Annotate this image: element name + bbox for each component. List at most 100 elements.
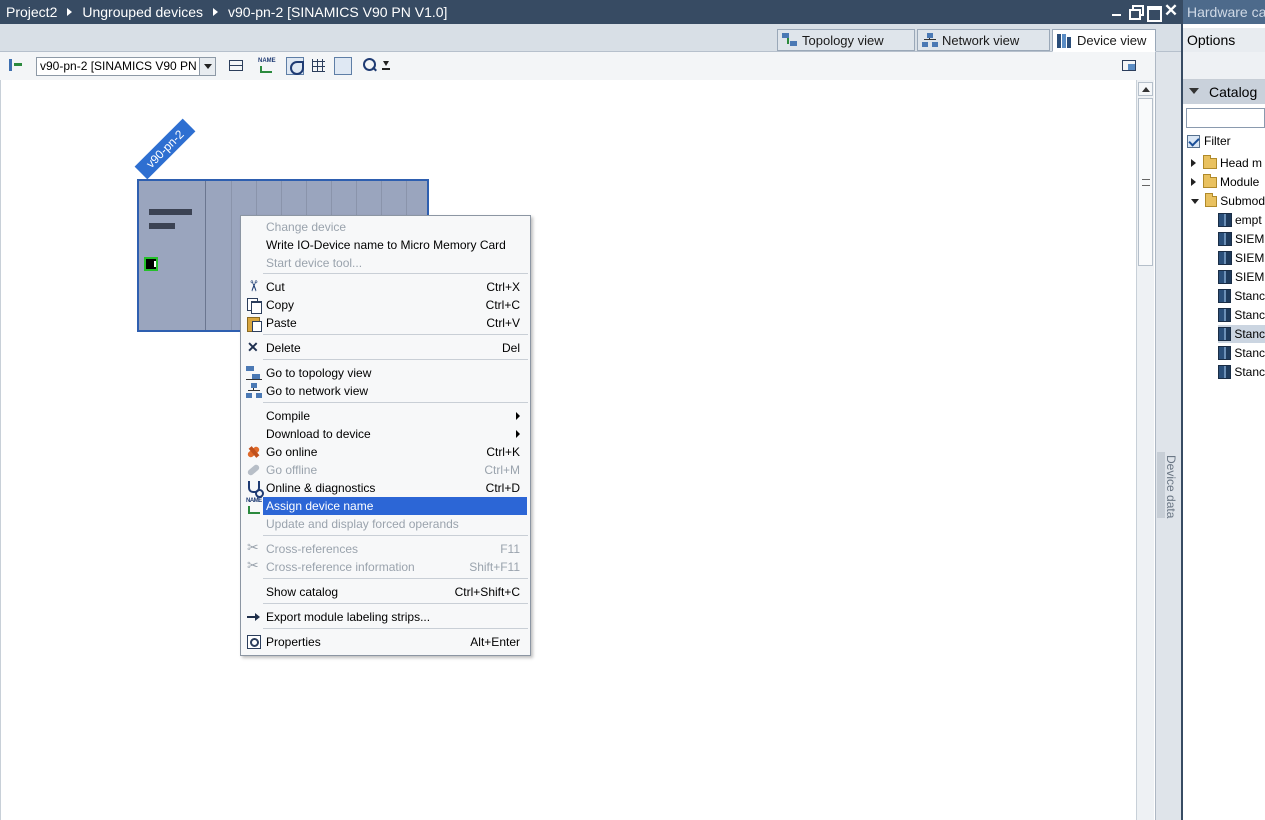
- menu-item-cross-references[interactable]: Cross-references F11: [243, 539, 528, 558]
- menu-item-cut[interactable]: Cut Ctrl+X: [243, 278, 528, 296]
- menu-item-assign-device-name[interactable]: Assign device name: [246, 497, 527, 515]
- menu-item-paste[interactable]: Paste Ctrl+V: [243, 314, 528, 332]
- vertical-scrollbar[interactable]: [1136, 80, 1154, 820]
- head-module[interactable]: [139, 181, 206, 330]
- delete-icon: [246, 339, 262, 356]
- breadcrumb-ungrouped-devices[interactable]: Ungrouped devices: [82, 4, 203, 20]
- menu-item-properties[interactable]: Properties Alt+Enter: [243, 633, 528, 651]
- device-overview-icon[interactable]: [7, 57, 25, 75]
- minimize-icon[interactable]: [1109, 3, 1125, 19]
- menu-item-shortcut: Shift+F11: [469, 560, 520, 574]
- menu-separator: [263, 628, 528, 629]
- menu-item-show-catalog[interactable]: Show catalog Ctrl+Shift+C: [243, 583, 528, 601]
- device-icon: [1057, 33, 1073, 48]
- tab-network-view[interactable]: Network view: [917, 29, 1050, 51]
- catalog-tree-item-label: Stanc: [1234, 327, 1265, 341]
- grid-icon[interactable]: [310, 57, 328, 75]
- tia-portal-window: Project2 Ungrouped devices v90-pn-2 [SIN…: [0, 0, 1265, 820]
- catalog-section-header[interactable]: Catalog: [1183, 80, 1265, 104]
- close-icon[interactable]: ✕: [1163, 2, 1179, 19]
- view-tabs: Topology view Network view Device view: [0, 24, 1181, 52]
- catalog-tree-item[interactable]: Stanc: [1218, 344, 1265, 362]
- breadcrumb-project[interactable]: Project2: [6, 4, 57, 20]
- menu-item-label: Cross-reference information: [266, 560, 415, 574]
- device-canvas[interactable]: v90-pn-2: [0, 80, 1136, 820]
- zoom-icon[interactable]: [362, 57, 380, 75]
- collapse-arrow-icon[interactable]: [1191, 198, 1199, 204]
- menu-item-download-to-device[interactable]: Download to device: [243, 425, 528, 443]
- filter-checkbox[interactable]: [1187, 134, 1200, 148]
- menu-item-online-diagnostics[interactable]: Online & diagnostics Ctrl+D: [243, 479, 528, 498]
- module-marker: [149, 223, 175, 229]
- menu-item-cross-reference-information[interactable]: Cross-reference information Shift+F11: [243, 557, 528, 576]
- menu-item-go-offline[interactable]: Go offline Ctrl+M: [243, 461, 528, 479]
- page-break-icon[interactable]: [334, 57, 352, 75]
- catalog-tree-item[interactable]: Stanc: [1218, 306, 1265, 324]
- device-select-dropdown[interactable]: v90-pn-2 [SINAMICS V90 PN V: [36, 57, 216, 76]
- catalog-tree-item[interactable]: SIEM: [1218, 249, 1265, 267]
- menu-item-compile[interactable]: Compile: [243, 407, 528, 425]
- submenu-arrow-icon: [516, 430, 520, 438]
- device-data-side-tab[interactable]: [1155, 52, 1181, 820]
- menu-item-go-to-network-view[interactable]: Go to network view: [243, 382, 528, 400]
- catalog-tree-item[interactable]: Stanc: [1218, 287, 1265, 305]
- options-section-header[interactable]: Options: [1183, 28, 1265, 52]
- catalog-tree-item[interactable]: SIEM: [1218, 268, 1265, 286]
- menu-icon-placeholder: [246, 516, 262, 532]
- catalog-tree-item-label: SIEM: [1235, 270, 1265, 284]
- menu-item-copy[interactable]: Copy Ctrl+C: [243, 296, 528, 314]
- device-overview-toggle-icon[interactable]: [1121, 57, 1139, 75]
- module-icon: [1218, 308, 1232, 322]
- menu-item-go-online[interactable]: Go online Ctrl+K: [243, 443, 528, 461]
- breadcrumb-separator-icon: [213, 8, 218, 16]
- catalog-tree-item[interactable]: Stanc: [1218, 363, 1265, 381]
- tab-device-view[interactable]: Device view: [1052, 29, 1156, 52]
- device-data-label[interactable]: Device data: [1160, 455, 1178, 525]
- network-icon: [246, 383, 262, 399]
- assign-name-icon[interactable]: [257, 57, 276, 75]
- catalog-tree-item[interactable]: SIEM: [1218, 230, 1265, 248]
- catalog-tree-item-label: Stanc: [1234, 308, 1265, 322]
- breadcrumb-device[interactable]: v90-pn-2 [SINAMICS V90 PN V1.0]: [228, 4, 447, 20]
- breadcrumb: Project2 Ungrouped devices v90-pn-2 [SIN…: [0, 0, 1181, 24]
- menu-icon-placeholder: [246, 408, 262, 424]
- ethernet-port-icon[interactable]: [144, 257, 158, 271]
- catalog-tree-item[interactable]: Stanc: [1218, 325, 1265, 343]
- float-icon[interactable]: [1127, 3, 1144, 20]
- catalog-tree-item[interactable]: empt: [1218, 211, 1265, 229]
- menu-item-shortcut: F11: [500, 542, 520, 556]
- device-name-label[interactable]: v90-pn-2: [134, 118, 196, 180]
- maximize-icon[interactable]: [1145, 3, 1162, 22]
- properties-list-icon[interactable]: [228, 57, 246, 75]
- menu-item-export-module-labeling-strips[interactable]: Export module labeling strips...: [243, 608, 528, 626]
- copy-icon: [246, 297, 262, 314]
- show-labels-icon[interactable]: [286, 57, 304, 75]
- menu-item-shortcut: Ctrl+X: [486, 280, 520, 294]
- assign-name-icon: [246, 498, 262, 514]
- filter-checkbox-row[interactable]: Filter: [1187, 134, 1231, 148]
- menu-item-delete[interactable]: Delete Del: [243, 339, 528, 357]
- breadcrumb-separator-icon: [67, 8, 73, 16]
- catalog-tree-item[interactable]: Submod: [1191, 192, 1265, 210]
- chevron-down-icon[interactable]: [1189, 87, 1199, 97]
- zoom-dropdown-icon[interactable]: [380, 57, 398, 75]
- catalog-tree-item[interactable]: Module: [1191, 173, 1265, 191]
- scroll-up-icon[interactable]: [1138, 82, 1153, 96]
- menu-item-change-device[interactable]: Change device: [243, 218, 528, 236]
- chevron-down-icon[interactable]: [199, 58, 215, 75]
- tab-topology-view[interactable]: Topology view: [777, 29, 915, 51]
- menu-item-start-device-tool[interactable]: Start device tool...: [243, 254, 528, 272]
- folder-icon: [1203, 154, 1217, 169]
- expand-arrow-icon[interactable]: [1191, 178, 1196, 186]
- scrollbar-thumb[interactable]: [1138, 98, 1153, 266]
- topology-icon: [246, 365, 262, 381]
- expand-arrow-icon[interactable]: [1191, 159, 1196, 167]
- menu-item-go-to-topology-view[interactable]: Go to topology view: [243, 364, 528, 382]
- catalog-search-input[interactable]: [1186, 108, 1265, 128]
- menu-icon-placeholder: [246, 584, 262, 600]
- cut-icon: [246, 279, 262, 295]
- menu-item-update-and-display-forced-operands[interactable]: Update and display forced operands: [243, 515, 528, 533]
- catalog-tree-item[interactable]: Head m: [1191, 154, 1265, 172]
- menu-separator: [263, 535, 528, 536]
- menu-item-write-io-device-name-to-micro-memory-card[interactable]: Write IO-Device name to Micro Memory Car…: [243, 236, 528, 254]
